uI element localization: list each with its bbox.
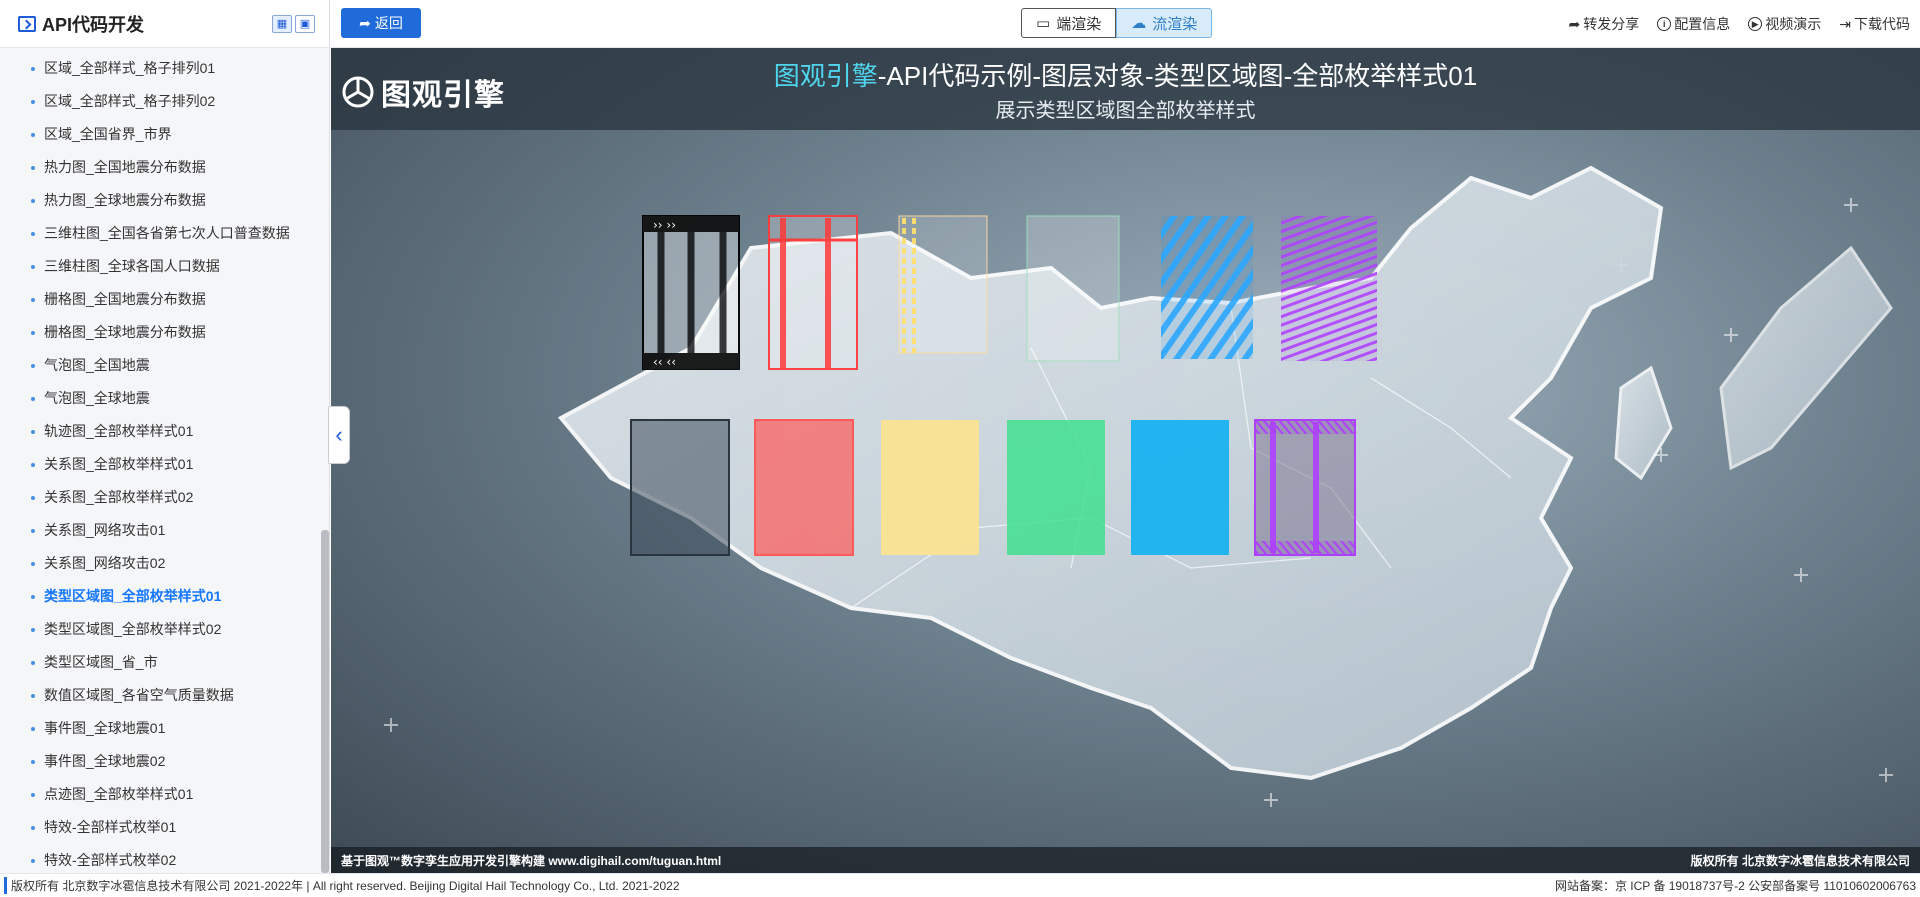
sidebar-item[interactable]: 事件图_全球地震01 [0, 712, 329, 745]
sidebar-item[interactable]: 关系图_全部枚举样式02 [0, 481, 329, 514]
view-toggle: ▦ ▣ [272, 14, 315, 33]
collapse-sidebar-button[interactable]: ‹ [328, 406, 350, 464]
sidebar-item[interactable]: 热力图_全国地震分布数据 [0, 151, 329, 184]
config-button[interactable]: i 配置信息 [1657, 14, 1730, 34]
sidebar-item[interactable]: 事件图_全球地震02 [0, 745, 329, 778]
back-label: 返回 [374, 15, 403, 31]
svg-text:‹‹ ‹‹: ‹‹ ‹‹ [653, 355, 676, 369]
sidebar-item[interactable]: 栅格图_全国地震分布数据 [0, 283, 329, 316]
sidebar-item[interactable]: 区域_全国省界_市界 [0, 118, 329, 151]
sidebar-item[interactable]: 三维柱图_全国各省第七次人口普查数据 [0, 217, 329, 250]
stream-render-label: 流渲染 [1152, 15, 1198, 33]
sidebar-item[interactable]: 关系图_网络攻击02 [0, 547, 329, 580]
sidebar-item[interactable]: 气泡图_全球地震 [0, 382, 329, 415]
device-render-label: 端渲染 [1056, 15, 1102, 33]
sidebar-item[interactable]: 点迹图_全部枚举样式01 [0, 778, 329, 811]
share-label: 转发分享 [1583, 16, 1640, 32]
sidebar-item[interactable]: 数值区域图_各省空气质量数据 [0, 679, 329, 712]
stream-render-button[interactable]: ☁ 流渲染 [1116, 8, 1213, 38]
sidebar-item[interactable]: 类型区域图_省_市 [0, 646, 329, 679]
sidebar-item[interactable]: 关系图_网络攻击01 [0, 514, 329, 547]
chevron-left-icon: ‹ [335, 422, 343, 447]
viewer-title: 图观引擎-API代码示例-图层对象-类型区域图-全部枚举样式01 [331, 56, 1920, 93]
viewer-title-highlight: 图观引擎 [773, 61, 878, 91]
sidebar-scrollbar[interactable] [321, 530, 329, 873]
topbar: ➦ 返回 ▭ 端渲染 ☁ 流渲染 ➦ 转发分享 i 配置信息 ▶ 视频演示 ⇥ … [331, 0, 1920, 48]
viewer-footer-left: 基于图观™数字孪生应用开发引擎构建 www.digihail.com/tugua… [341, 853, 722, 868]
viewer-header: 图观引擎 图观引擎-API代码示例-图层对象-类型区域图-全部枚举样式01 展示… [331, 48, 1920, 130]
video-button[interactable]: ▶ 视频演示 [1748, 14, 1821, 34]
config-label: 配置信息 [1674, 16, 1731, 32]
download-label: 下载代码 [1854, 16, 1910, 32]
share-button[interactable]: ➦ 转发分享 [1569, 14, 1640, 34]
sidebar-item[interactable]: 三维柱图_全球各国人口数据 [0, 250, 329, 283]
map-viewer[interactable]: ›› ›› ‹‹ ‹‹ 图观引擎 图观引擎-API代码示例-图层对象-类型区域图… [331, 48, 1920, 873]
sidebar-item[interactable]: 类型区域图_全部枚举样式01 [0, 580, 329, 613]
video-label: 视频演示 [1765, 16, 1822, 32]
sidebar-list: 区域_全部样式_格子排列01 区域_全部样式_格子排列02 区域_全国省界_市界 热力… [0, 48, 329, 877]
play-icon: ▶ [1748, 17, 1763, 31]
viewer-footer: 基于图观™数字孪生应用开发引擎构建 www.digihail.com/tugua… [331, 847, 1920, 873]
back-button[interactable]: ➦ 返回 [341, 8, 421, 38]
arrow-left-icon: ➦ [359, 14, 371, 31]
sidebar-item[interactable]: 区域_全部样式_格子排列02 [0, 85, 329, 118]
sidebar-title: API代码开发 [42, 14, 145, 35]
page-footer: 版权所有 北京数字冰雹信息技术有限公司 2021-2022年 | All rig… [0, 873, 1920, 897]
render-mode-group: ▭ 端渲染 ☁ 流渲染 [1021, 8, 1213, 38]
top-actions: ➦ 转发分享 i 配置信息 ▶ 视频演示 ⇥ 下载代码 [1569, 0, 1910, 48]
share-icon: ➦ [1568, 15, 1581, 32]
sidebar-item[interactable]: 气泡图_全国地震 [0, 349, 329, 382]
sidebar-item[interactable]: 特效-全部样式枚举01 [0, 811, 329, 844]
monitor-icon: ▭ [1036, 15, 1051, 32]
sidebar-header: API代码开发 ▦ ▣ [0, 0, 329, 48]
device-render-button[interactable]: ▭ 端渲染 [1021, 8, 1117, 38]
info-icon: i [1657, 17, 1672, 31]
download-button[interactable]: ⇥ 下载代码 [1839, 14, 1910, 34]
copyright-text: 版权所有 北京数字冰雹信息技术有限公司 2021-2022年 | All rig… [4, 877, 680, 894]
sidebar-item[interactable]: 轨迹图_全部枚举样式01 [0, 415, 329, 448]
grid-view-icon[interactable]: ▦ [272, 14, 292, 33]
image-view-icon[interactable]: ▣ [295, 14, 315, 33]
sidebar-item[interactable]: 热力图_全球地震分布数据 [0, 184, 329, 217]
viewer-title-rest: -API代码示例-图层对象-类型区域图-全部枚举样式01 [877, 61, 1478, 91]
sidebar-item[interactable]: 区域_全部样式_格子排列01 [0, 52, 329, 85]
code-icon [18, 15, 36, 32]
icp-text: 网站备案：京 ICP 备 19018737号-2 公安部备案号 11010602… [1554, 879, 1916, 893]
cloud-icon: ☁ [1131, 15, 1147, 32]
sidebar-item[interactable]: 关系图_全部枚举样式01 [0, 448, 329, 481]
viewer-subtitle: 展示类型区域图全部枚举样式 [995, 100, 1256, 122]
sidebar-item[interactable]: 类型区域图_全部枚举样式02 [0, 613, 329, 646]
svg-text:›› ››: ›› ›› [653, 218, 676, 232]
sidebar: API代码开发 ▦ ▣ 区域_全部样式_格子排列01 区域_全部样式_格子排列02… [0, 0, 330, 873]
map-scene[interactable]: ›› ›› ‹‹ ‹‹ [331, 48, 1920, 873]
sidebar-item[interactable]: 栅格图_全球地震分布数据 [0, 316, 329, 349]
viewer-footer-right: 版权所有 北京数字冰雹信息技术有限公司 [1690, 853, 1910, 868]
download-icon: ⇥ [1839, 15, 1851, 32]
